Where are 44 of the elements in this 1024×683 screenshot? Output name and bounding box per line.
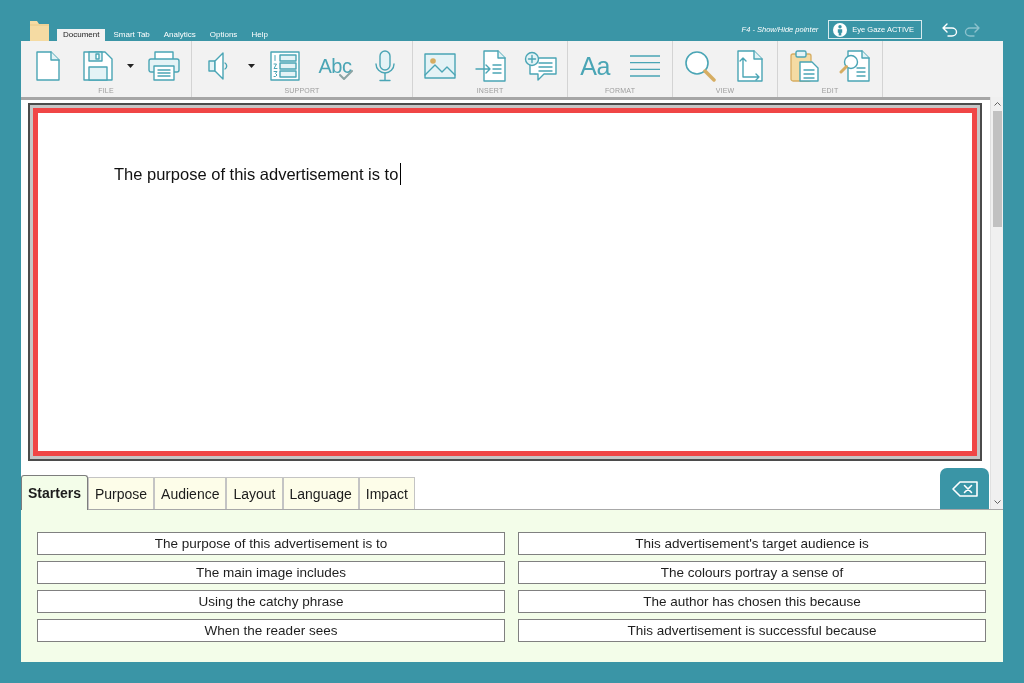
document-arrow-icon	[474, 50, 506, 82]
text-lines-icon	[629, 55, 661, 77]
word-bank-tab[interactable]: Purpose	[87, 477, 155, 509]
text-cursor-icon	[400, 163, 402, 185]
sentence-starter-button[interactable]: The colours portray a sense of	[518, 561, 986, 584]
backspace-icon	[951, 480, 978, 497]
vertical-scrollbar[interactable]	[990, 97, 1003, 509]
sentence-starter-button[interactable]: The author has chosen this because	[518, 590, 986, 613]
sentence-starter-button[interactable]: The purpose of this advertisement is to	[37, 532, 505, 555]
chevron-up-icon[interactable]	[993, 102, 1001, 106]
picture-icon	[424, 53, 456, 79]
folder-icon[interactable]	[30, 20, 49, 41]
clipboard-icon	[790, 50, 820, 82]
document-editor[interactable]: The purpose of this advertisement is to	[33, 108, 977, 456]
sentence-starter-button[interactable]: This advertisement is successful because	[518, 619, 986, 642]
blank-page-icon	[36, 51, 60, 81]
page-axes-icon	[737, 50, 763, 82]
sentence-starter-button[interactable]: The main image includes	[37, 561, 505, 584]
printer-icon	[148, 51, 180, 81]
undo-arrow-icon	[942, 22, 958, 37]
sentence-starter-button[interactable]: This advertisement's target audience is	[518, 532, 986, 555]
document-magnifier-icon	[839, 50, 871, 82]
microphone-icon	[374, 50, 396, 82]
comment-plus-icon	[523, 50, 557, 82]
magnifier-icon	[684, 50, 716, 82]
word-bank-tab[interactable]: Audience	[154, 477, 227, 509]
chevron-down-icon[interactable]	[993, 500, 1001, 504]
caret-icon	[248, 64, 255, 68]
backspace-button[interactable]	[940, 468, 989, 509]
person-icon	[833, 22, 848, 37]
caret-icon	[127, 64, 134, 68]
word-bank-tab[interactable]: Layout	[226, 477, 283, 509]
undo-button[interactable]	[942, 22, 958, 37]
speaker-icon	[208, 51, 230, 81]
word-bank-tab[interactable]: Starters	[21, 475, 88, 510]
sentence-starter-button[interactable]: When the reader sees	[37, 619, 505, 642]
word-bank-tab[interactable]: Impact	[358, 477, 415, 509]
numbered-list-icon	[270, 51, 300, 81]
word-bank-tab[interactable]: Language	[282, 477, 359, 509]
scrollbar-thumb[interactable]	[992, 111, 1002, 227]
menu-tab[interactable]: Document	[57, 29, 106, 41]
sentence-starter-button[interactable]: Using the catchy phrase	[37, 590, 505, 613]
document-text: The purpose of this advertisement is to	[114, 164, 399, 185]
redo-arrow-icon	[964, 22, 980, 37]
